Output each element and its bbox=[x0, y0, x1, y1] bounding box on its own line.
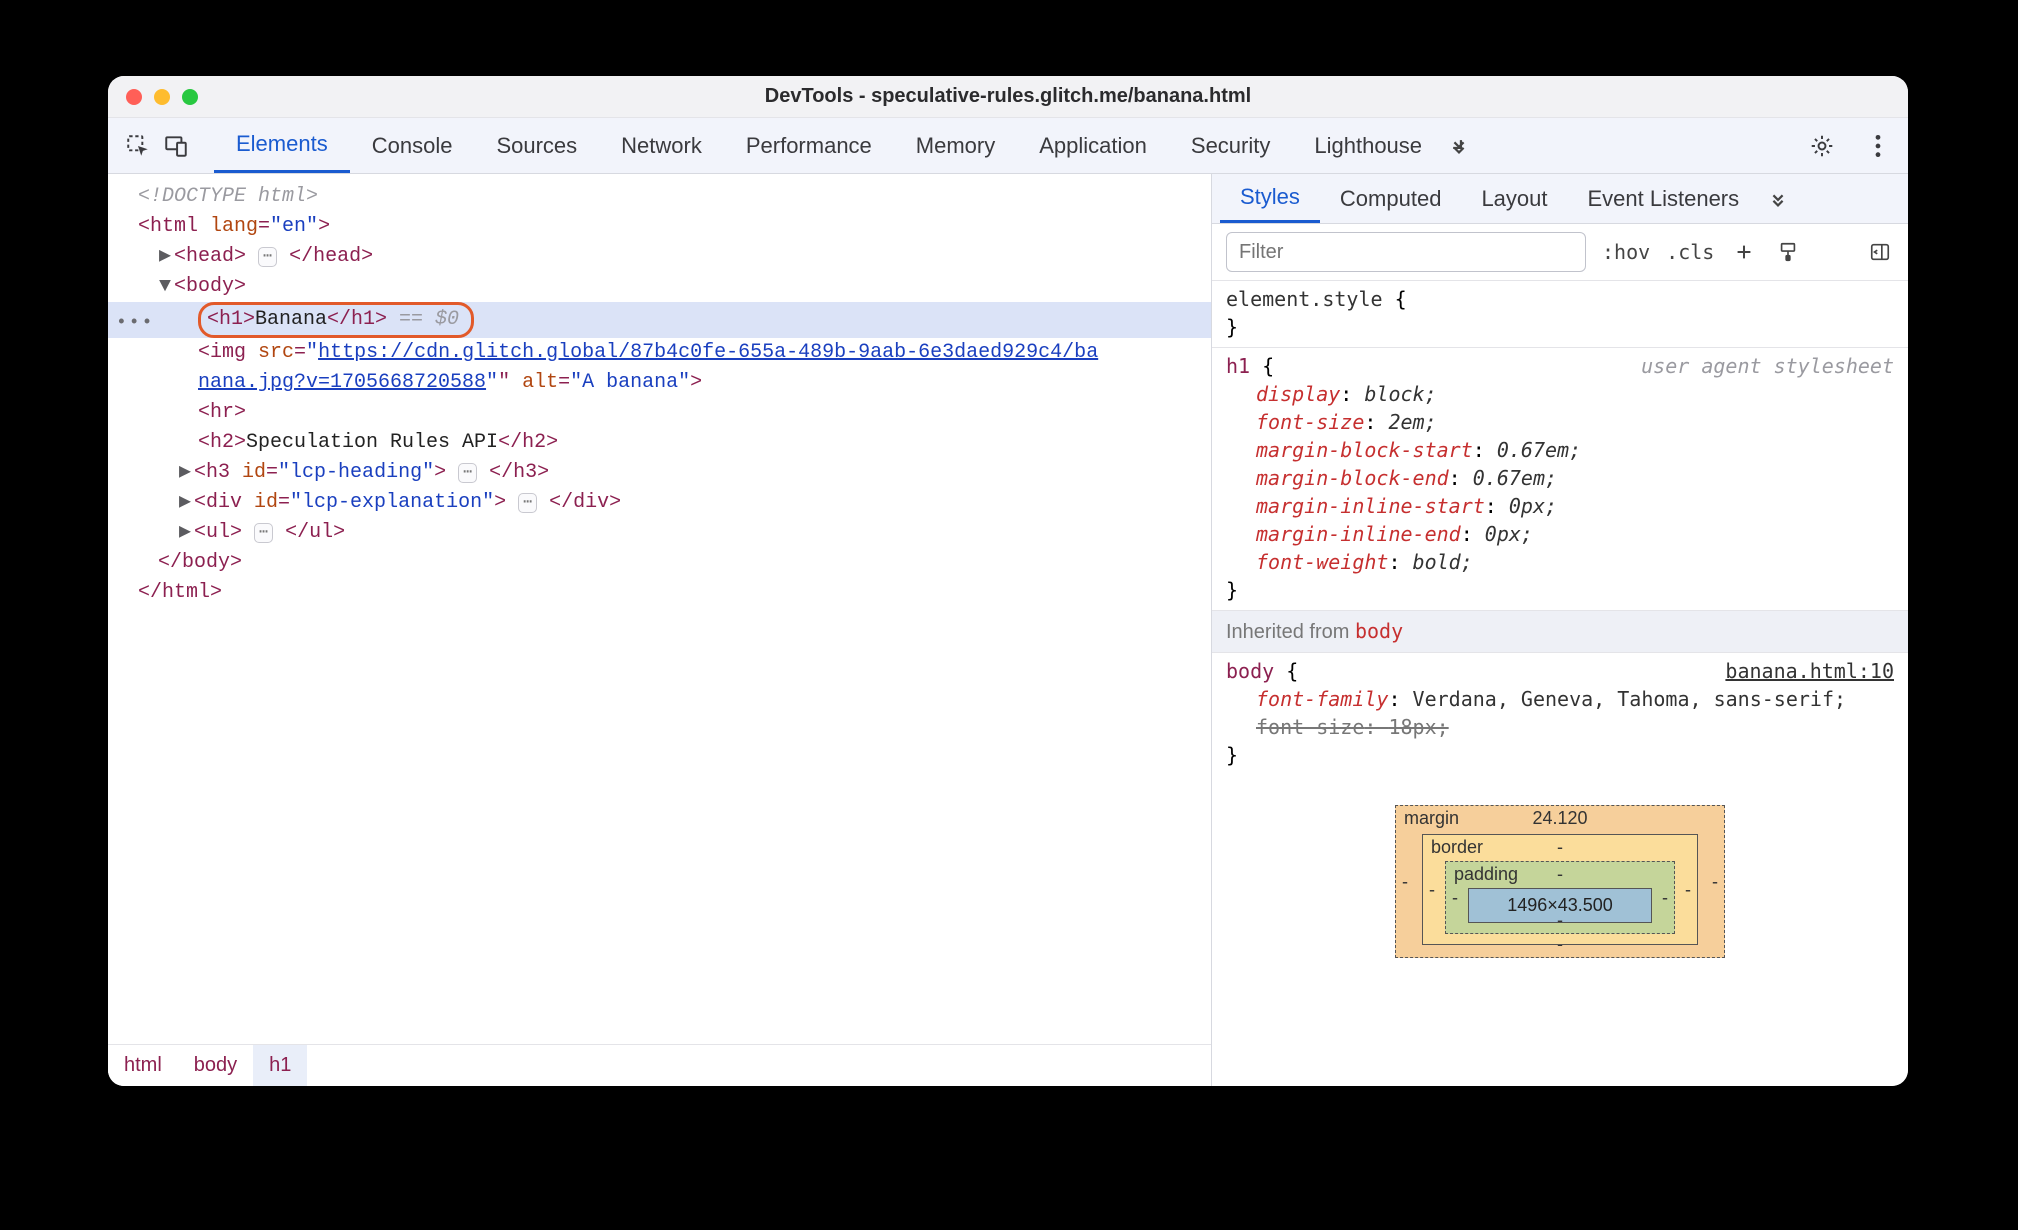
rtab-event-listeners[interactable]: Event Listeners bbox=[1568, 174, 1760, 223]
dom-html-open[interactable]: <html lang="en"> bbox=[138, 212, 1201, 242]
right-tabs-overflow-icon[interactable] bbox=[1759, 174, 1797, 223]
main-tabs-overflow-icon[interactable] bbox=[1444, 118, 1474, 173]
expand-triangle-icon[interactable]: ▶ bbox=[178, 458, 192, 488]
tab-elements[interactable]: Elements bbox=[214, 118, 350, 173]
bm-border-label: border bbox=[1431, 837, 1483, 858]
ellipsis-badge[interactable]: ⋯ bbox=[518, 493, 537, 513]
styles-rules: element.style { } user agent stylesheet … bbox=[1212, 281, 1908, 775]
bm-border-right[interactable]: - bbox=[1685, 879, 1691, 900]
rule-h1[interactable]: user agent stylesheet h1 { display: bloc… bbox=[1212, 348, 1908, 610]
dom-tree[interactable]: <!DOCTYPE html> <html lang="en"> ▶<head>… bbox=[108, 174, 1211, 1044]
tab-memory[interactable]: Memory bbox=[894, 118, 1017, 173]
bm-margin-label: margin bbox=[1404, 808, 1459, 829]
inherited-from-label: Inherited from body bbox=[1212, 610, 1908, 653]
bm-padding-bottom[interactable]: - bbox=[1557, 910, 1563, 931]
toggle-sidebar-icon[interactable] bbox=[1866, 238, 1894, 266]
bm-border-left[interactable]: - bbox=[1429, 879, 1435, 900]
tab-console[interactable]: Console bbox=[350, 118, 475, 173]
tab-performance[interactable]: Performance bbox=[724, 118, 894, 173]
crumb-body[interactable]: body bbox=[178, 1045, 253, 1086]
bm-margin-left[interactable]: - bbox=[1402, 871, 1408, 892]
rule-element-style[interactable]: element.style { } bbox=[1212, 281, 1908, 347]
tab-application[interactable]: Application bbox=[1017, 118, 1169, 173]
right-tabs: Styles Computed Layout Event Listeners bbox=[1212, 174, 1908, 224]
styles-filter-input[interactable] bbox=[1226, 232, 1586, 272]
inspect-element-icon[interactable] bbox=[124, 132, 152, 160]
expand-triangle-icon[interactable]: ▶ bbox=[178, 488, 192, 518]
rtab-computed[interactable]: Computed bbox=[1320, 174, 1462, 223]
bm-border-top[interactable]: - bbox=[1557, 837, 1563, 858]
dom-h2[interactable]: <h2>Speculation Rules API</h2> bbox=[138, 428, 1201, 458]
dom-html-close[interactable]: </html> bbox=[138, 578, 1201, 608]
row-actions-icon[interactable]: ••• bbox=[116, 308, 154, 338]
close-window-button[interactable] bbox=[126, 89, 142, 105]
rtab-layout[interactable]: Layout bbox=[1461, 174, 1567, 223]
main-tabs: Elements Console Sources Network Perform… bbox=[214, 118, 1474, 173]
dom-body-open[interactable]: ▼<body> bbox=[138, 272, 1201, 302]
bm-padding-left[interactable]: - bbox=[1452, 887, 1458, 908]
ellipsis-badge[interactable]: ⋯ bbox=[254, 523, 273, 543]
dom-doctype: <!DOCTYPE html> bbox=[138, 185, 318, 208]
titlebar: DevTools - speculative-rules.glitch.me/b… bbox=[108, 76, 1908, 118]
crumb-html[interactable]: html bbox=[108, 1045, 178, 1086]
source-user-agent: user agent stylesheet bbox=[1641, 352, 1894, 380]
minimize-window-button[interactable] bbox=[154, 89, 170, 105]
dom-breadcrumb: html body h1 bbox=[108, 1044, 1211, 1086]
hov-toggle[interactable]: :hov bbox=[1602, 240, 1650, 264]
ellipsis-badge[interactable]: ⋯ bbox=[458, 463, 477, 483]
dom-head-collapsed[interactable]: ▶<head> ⋯ </head> bbox=[138, 242, 1201, 272]
dom-hr[interactable]: <hr> bbox=[138, 398, 1201, 428]
elements-panel: <!DOCTYPE html> <html lang="en"> ▶<head>… bbox=[108, 174, 1212, 1086]
rtab-styles[interactable]: Styles bbox=[1220, 174, 1320, 223]
bm-padding-top[interactable]: - bbox=[1557, 864, 1563, 885]
window-controls bbox=[126, 89, 198, 105]
dom-div-collapsed[interactable]: ▶<div id="lcp-explanation"> ⋯ </div> bbox=[138, 488, 1201, 518]
new-style-rule-icon[interactable] bbox=[1730, 238, 1758, 266]
dom-img-line2[interactable]: nana.jpg?v=1705668720588"" alt="A banana… bbox=[138, 368, 1201, 398]
styles-filter-row: :hov .cls bbox=[1212, 224, 1908, 281]
bm-padding-right[interactable]: - bbox=[1662, 887, 1668, 908]
bm-margin-top[interactable]: 24.120 bbox=[1532, 808, 1587, 829]
expand-triangle-icon[interactable]: ▶ bbox=[178, 518, 192, 548]
crumb-h1[interactable]: h1 bbox=[253, 1045, 307, 1086]
expand-triangle-icon[interactable]: ▶ bbox=[158, 242, 172, 272]
box-model-diagram[interactable]: margin 24.120 - - - border - - - - pad bbox=[1212, 775, 1908, 958]
rule-body[interactable]: banana.html:10 body { font-family: Verda… bbox=[1212, 653, 1908, 775]
tab-sources[interactable]: Sources bbox=[474, 118, 599, 173]
device-toolbar-icon[interactable] bbox=[162, 132, 190, 160]
bm-margin-right[interactable]: - bbox=[1712, 871, 1718, 892]
source-link[interactable]: banana.html:10 bbox=[1725, 657, 1894, 685]
settings-gear-icon[interactable] bbox=[1808, 132, 1836, 160]
window-title: DevTools - speculative-rules.glitch.me/b… bbox=[108, 85, 1908, 108]
maximize-window-button[interactable] bbox=[182, 89, 198, 105]
annotation-highlight: <h1>Banana</h1> == $0 bbox=[198, 302, 474, 338]
cls-toggle[interactable]: .cls bbox=[1666, 240, 1714, 264]
dom-selected-row[interactable]: ••• <h1>Banana</h1> == $0 bbox=[108, 302, 1211, 338]
dom-img-line1[interactable]: <img src="https://cdn.glitch.global/87b4… bbox=[138, 338, 1201, 368]
main-toolbar: Elements Console Sources Network Perform… bbox=[108, 118, 1908, 174]
tab-security[interactable]: Security bbox=[1169, 118, 1292, 173]
kebab-menu-icon[interactable] bbox=[1864, 132, 1892, 160]
styles-panel: Styles Computed Layout Event Listeners :… bbox=[1212, 174, 1908, 1086]
dom-h3-collapsed[interactable]: ▶<h3 id="lcp-heading"> ⋯ </h3> bbox=[138, 458, 1201, 488]
bm-padding-label: padding bbox=[1454, 864, 1518, 885]
devtools-window: DevTools - speculative-rules.glitch.me/b… bbox=[108, 76, 1908, 1086]
tab-network[interactable]: Network bbox=[599, 118, 724, 173]
collapse-triangle-icon[interactable]: ▼ bbox=[158, 272, 172, 302]
dom-ul-collapsed[interactable]: ▶<ul> ⋯ </ul> bbox=[138, 518, 1201, 548]
dom-body-close[interactable]: </body> bbox=[138, 548, 1201, 578]
ellipsis-badge[interactable]: ⋯ bbox=[258, 247, 277, 267]
paint-icon[interactable] bbox=[1774, 238, 1802, 266]
tab-lighthouse[interactable]: Lighthouse bbox=[1292, 118, 1444, 173]
